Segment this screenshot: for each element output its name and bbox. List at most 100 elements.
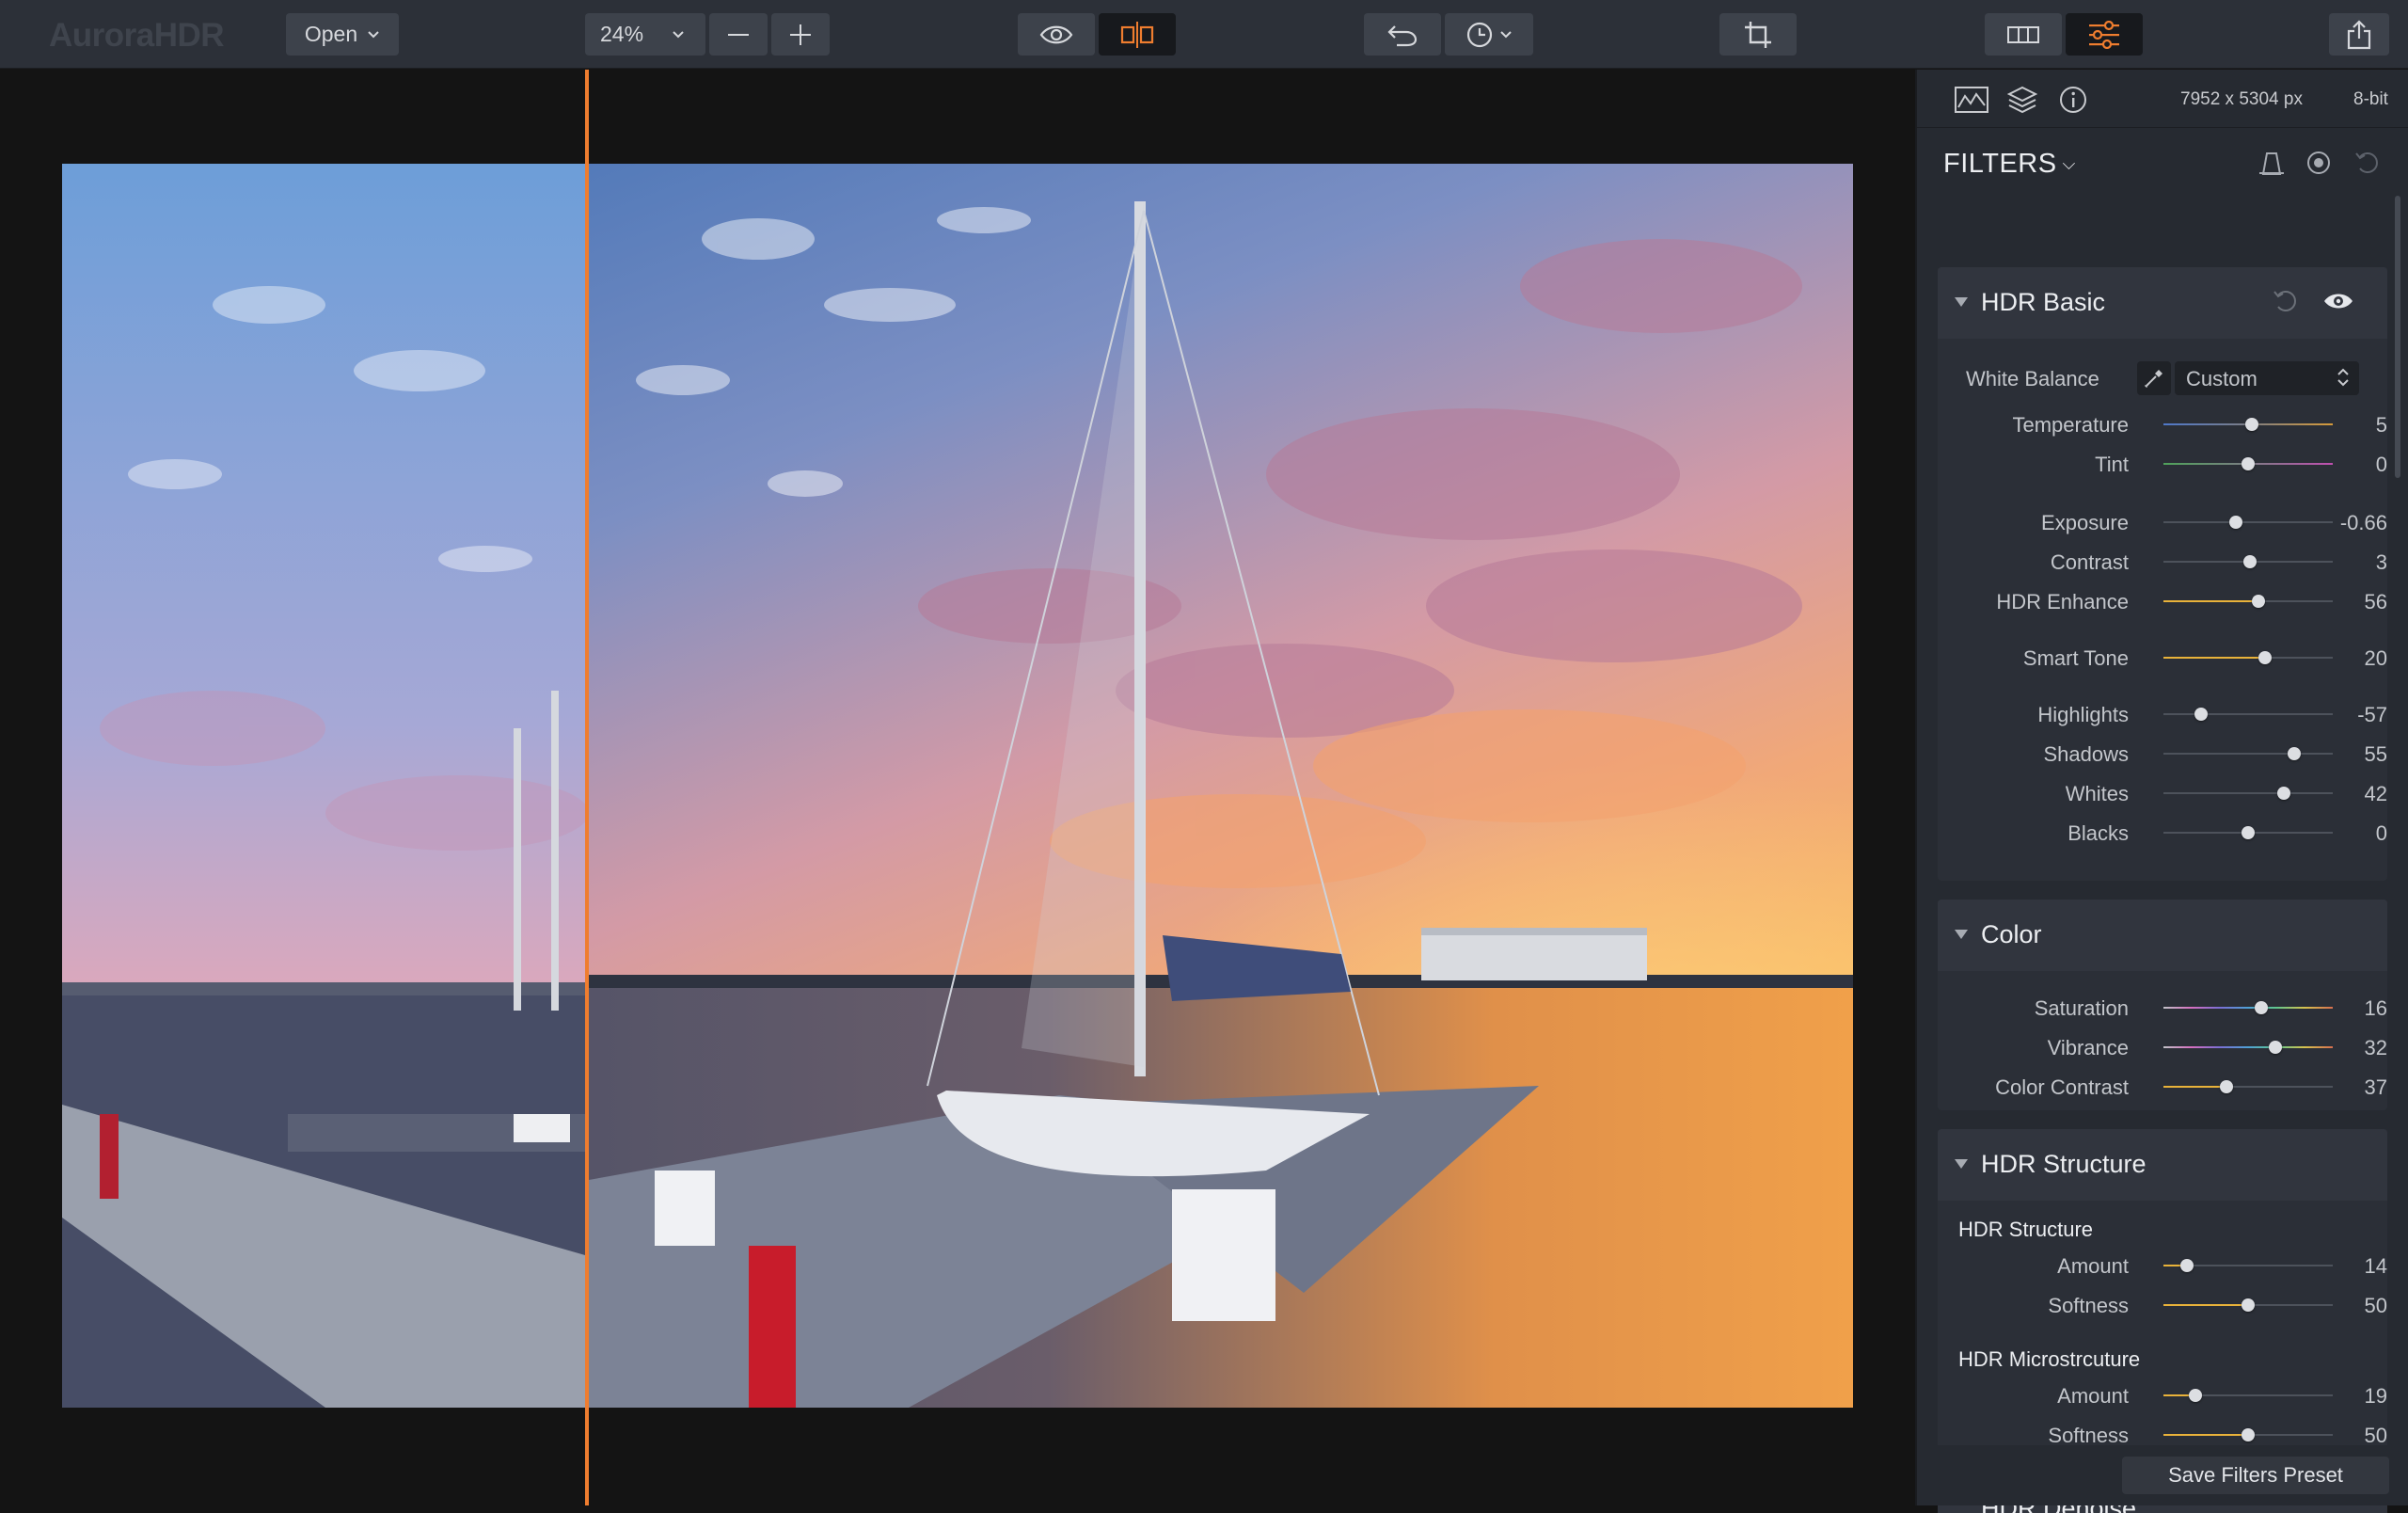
eyedropper-button[interactable] [2137,361,2171,395]
image-bit-depth: 8-bit [2353,89,2388,109]
collapse-triangle-icon[interactable] [1955,297,1968,307]
slider-knob[interactable] [2242,457,2255,470]
section-header[interactable]: HDR Structure [1938,1129,2387,1201]
slider-value[interactable]: 16 [2331,996,2387,1021]
layers-icon[interactable] [2005,85,2039,115]
compare-split-button[interactable] [1099,13,1176,56]
slider-knob[interactable] [2242,1428,2255,1441]
open-button[interactable]: Open [286,13,399,56]
slider-row-blacks: Blacks 0 [1938,819,2387,847]
reset-icon[interactable] [2352,147,2384,179]
slider-track[interactable] [2163,516,2333,529]
slider-value[interactable]: 0 [2331,821,2387,846]
subsection-title: HDR Structure [1958,1218,2094,1241]
slider-track[interactable] [2163,1001,2333,1014]
slider-knob[interactable] [2219,1080,2233,1093]
collapse-triangle-icon[interactable] [1955,1159,1968,1169]
slider-track[interactable] [2163,787,2333,800]
slider-track[interactable] [2163,651,2333,664]
slider-track[interactable] [2163,418,2333,431]
slider-label: HDR Enhance [1996,590,2129,613]
slider-value[interactable]: 37 [2331,1075,2387,1100]
slider-row-tint: Tint 0 [1938,450,2387,478]
filters-scroll-area[interactable]: HDR Basic White Balance Custom Temperatu… [1938,196,2387,1513]
slider-value[interactable]: 19 [2331,1384,2387,1409]
lens-icon[interactable] [2303,147,2335,179]
slider-knob[interactable] [2276,787,2290,800]
section-header[interactable]: Color [1938,900,2387,971]
slider-row-whites: Whites 42 [1938,779,2387,807]
slider-label: Contrast [2050,550,2129,574]
slider-knob[interactable] [2189,1389,2203,1402]
slider-knob[interactable] [2180,1259,2194,1272]
masking-icon[interactable] [2256,147,2288,179]
white-balance-select[interactable]: Custom [2175,361,2359,395]
slider-value[interactable]: -57 [2331,703,2387,727]
filters-menu[interactable]: FILTERS ⌵ [1943,149,2076,180]
slider-track[interactable] [2163,1428,2333,1441]
slider-knob[interactable] [2242,826,2255,839]
share-button[interactable] [2329,13,2389,56]
undo-button[interactable] [1364,13,1441,56]
slider-value[interactable]: 14 [2331,1254,2387,1279]
slider-track[interactable] [2163,595,2333,608]
slider-value[interactable]: 50 [2331,1294,2387,1318]
slider-value[interactable]: -0.66 [2331,511,2387,535]
presets-panel-button[interactable] [1985,13,2062,56]
zoom-in-button[interactable] [771,13,830,56]
zoom-out-button[interactable] [709,13,768,56]
slider-knob[interactable] [2258,651,2272,664]
section-visibility-eye-icon[interactable] [2323,292,2353,315]
slider-knob[interactable] [2229,516,2243,529]
save-filters-preset-button[interactable]: Save Filters Preset [2122,1457,2389,1494]
slider-knob[interactable] [2251,595,2265,608]
slider-track[interactable] [2163,747,2333,760]
slider-track[interactable] [2163,457,2333,470]
slider-value[interactable]: 20 [2331,646,2387,671]
collapse-triangle-icon[interactable] [1955,930,1968,939]
section-color: Color Saturation 16 Vibrance 32 Color Contra… [1938,900,2387,1110]
slider-value[interactable]: 0 [2331,453,2387,477]
slider-track[interactable] [2163,826,2333,839]
slider-knob[interactable] [2194,708,2208,721]
image-canvas[interactable] [0,70,1915,1505]
slider-value[interactable]: 55 [2331,742,2387,767]
slider-row-amount: Amount 14 [1938,1251,2387,1280]
top-toolbar: AuroraHDR Open 24% [0,0,2408,69]
slider-track[interactable] [2163,555,2333,568]
slider-value[interactable]: 32 [2331,1036,2387,1060]
slider-track[interactable] [2163,1389,2333,1402]
slider-value[interactable]: 3 [2331,550,2387,575]
slider-knob[interactable] [2242,555,2257,568]
slider-track[interactable] [2163,1298,2333,1312]
histogram-icon[interactable] [1955,85,1988,115]
slider-knob[interactable] [2255,1001,2269,1014]
panel-scrollbar[interactable] [2395,196,2400,478]
preview-button[interactable] [1018,13,1095,56]
slider-knob[interactable] [2268,1041,2282,1054]
slider-value[interactable]: 42 [2331,782,2387,806]
crop-button[interactable] [1719,13,1797,56]
zoom-select[interactable]: 24% [585,13,705,56]
section-header[interactable]: HDR Basic [1938,267,2387,339]
slider-track[interactable] [2163,1041,2333,1054]
slider-track[interactable] [2163,1259,2333,1272]
slider-knob[interactable] [2244,418,2258,431]
slider-value[interactable]: 56 [2331,590,2387,614]
compare-split-handle[interactable] [585,70,589,1505]
history-button[interactable] [1445,13,1533,56]
filters-panel: 7952 x 5304 px 8-bit FILTERS ⌵ HDR Basic [1915,70,2408,1513]
slider-label: Shadows [2043,742,2129,766]
slider-value[interactable]: 5 [2331,413,2387,438]
info-icon[interactable] [2056,85,2090,115]
slider-knob[interactable] [2287,747,2301,760]
slider-track[interactable] [2163,1080,2333,1093]
photo-preview[interactable] [62,164,1853,1408]
panel-tabs: 7952 x 5304 px 8-bit [1917,70,2408,128]
slider-knob[interactable] [2242,1298,2255,1312]
slider-track[interactable] [2163,708,2333,721]
open-label: Open [304,22,358,46]
section-reset-icon[interactable] [2273,288,2299,319]
adjustments-button[interactable] [2066,13,2143,56]
slider-row-exposure: Exposure -0.66 [1938,508,2387,536]
